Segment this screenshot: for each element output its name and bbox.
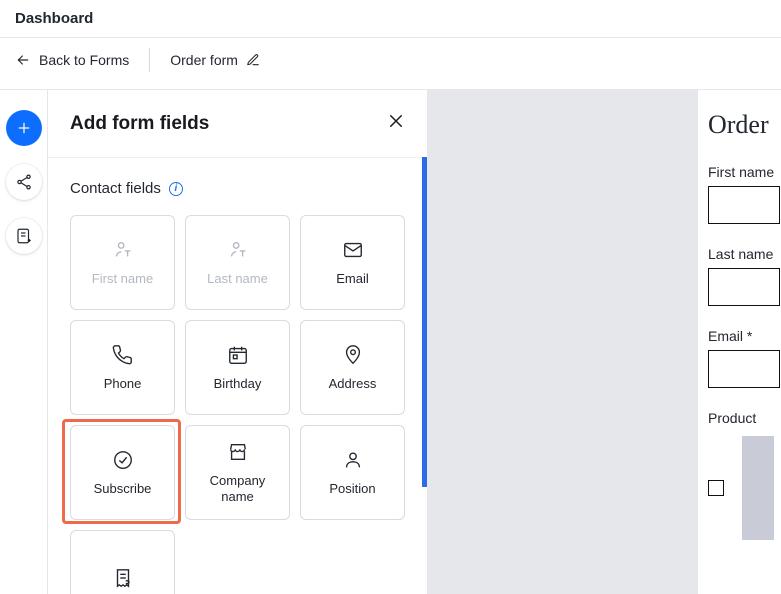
share-button[interactable] bbox=[6, 164, 42, 200]
sidebar bbox=[0, 90, 48, 594]
info-icon[interactable]: i bbox=[169, 182, 183, 196]
field-tile-tax-id[interactable] bbox=[70, 530, 175, 594]
plus-icon bbox=[15, 119, 33, 137]
field-label: Last name bbox=[708, 246, 781, 262]
field-label: First name bbox=[708, 164, 781, 180]
back-to-forms-label: Back to Forms bbox=[39, 52, 129, 68]
checkbox[interactable] bbox=[708, 480, 724, 496]
preview-gutter bbox=[428, 90, 698, 594]
divider bbox=[149, 48, 150, 72]
main: Add form fields Contact fields i First n… bbox=[0, 89, 781, 594]
field-tile-last-name: Last name bbox=[185, 215, 290, 310]
form-field-3: Product bbox=[708, 410, 781, 540]
person-t-icon bbox=[112, 239, 134, 261]
panel-title: Add form fields bbox=[70, 113, 209, 135]
form-fields: First name Last name Email * Product bbox=[708, 164, 781, 540]
form-settings-button[interactable] bbox=[6, 218, 42, 254]
section-title: Contact fields i bbox=[70, 180, 405, 197]
topbar: Back to Forms Order form bbox=[0, 37, 781, 82]
phone-icon bbox=[112, 344, 134, 366]
form-field-1: Last name bbox=[708, 246, 781, 306]
form-preview: Order First name Last name Email * Product bbox=[698, 90, 781, 594]
close-icon bbox=[387, 112, 405, 130]
field-tile-label: Position bbox=[329, 481, 375, 497]
field-tile-label: Subscribe bbox=[94, 481, 152, 497]
form-name-button[interactable]: Order form bbox=[170, 52, 260, 68]
person-t-icon bbox=[227, 239, 249, 261]
form-name-label: Order form bbox=[170, 52, 238, 68]
close-panel-button[interactable] bbox=[387, 112, 405, 135]
product-thumbnail bbox=[742, 436, 774, 540]
calendar-icon bbox=[227, 344, 249, 366]
field-tile-label: Company name bbox=[198, 473, 278, 504]
field-tile-company[interactable]: Company name bbox=[185, 425, 290, 520]
field-tile-first-name: First name bbox=[70, 215, 175, 310]
scrollbar[interactable] bbox=[422, 157, 427, 487]
field-label: Email * bbox=[708, 328, 781, 344]
check-circle-icon bbox=[112, 449, 134, 471]
field-tile-subscribe[interactable]: Subscribe bbox=[70, 425, 175, 520]
form-preview-title: Order bbox=[708, 110, 781, 140]
add-field-button[interactable] bbox=[6, 110, 42, 146]
text-input[interactable] bbox=[708, 186, 780, 224]
field-tile-email[interactable]: Email bbox=[300, 215, 405, 310]
pencil-icon bbox=[246, 53, 260, 67]
form-field-0: First name bbox=[708, 164, 781, 224]
field-tile-label: Phone bbox=[104, 376, 142, 392]
product-option[interactable] bbox=[708, 436, 781, 540]
person-icon bbox=[342, 449, 364, 471]
envelope-icon bbox=[342, 239, 364, 261]
text-input[interactable] bbox=[708, 350, 780, 388]
field-tile-birthday[interactable]: Birthday bbox=[185, 320, 290, 415]
share-icon bbox=[15, 173, 33, 191]
field-tile-phone[interactable]: Phone bbox=[70, 320, 175, 415]
pin-icon bbox=[342, 344, 364, 366]
field-tile-label: First name bbox=[92, 271, 153, 287]
panel-header: Add form fields bbox=[48, 90, 427, 158]
field-tile-label: Address bbox=[329, 376, 377, 392]
add-fields-panel: Add form fields Contact fields i First n… bbox=[48, 90, 428, 594]
field-tile-label: Last name bbox=[207, 271, 268, 287]
field-tile-label: Birthday bbox=[214, 376, 262, 392]
field-tiles-grid: First name Last name Email Phone Birthday Add… bbox=[70, 215, 405, 594]
panel-body: Contact fields i First name Last name Emai… bbox=[48, 158, 427, 594]
receipt-icon bbox=[112, 567, 134, 589]
field-tile-position[interactable]: Position bbox=[300, 425, 405, 520]
storefront-icon bbox=[227, 441, 249, 463]
section-title-text: Contact fields bbox=[70, 180, 161, 197]
form-field-2: Email * bbox=[708, 328, 781, 388]
field-label: Product bbox=[708, 410, 781, 426]
field-tile-label: Email bbox=[336, 271, 369, 287]
text-input[interactable] bbox=[708, 268, 780, 306]
arrow-left-icon bbox=[15, 52, 31, 68]
back-to-forms-link[interactable]: Back to Forms bbox=[15, 52, 129, 68]
field-tile-address[interactable]: Address bbox=[300, 320, 405, 415]
dashboard-title: Dashboard bbox=[0, 0, 781, 37]
form-add-icon bbox=[15, 227, 33, 245]
